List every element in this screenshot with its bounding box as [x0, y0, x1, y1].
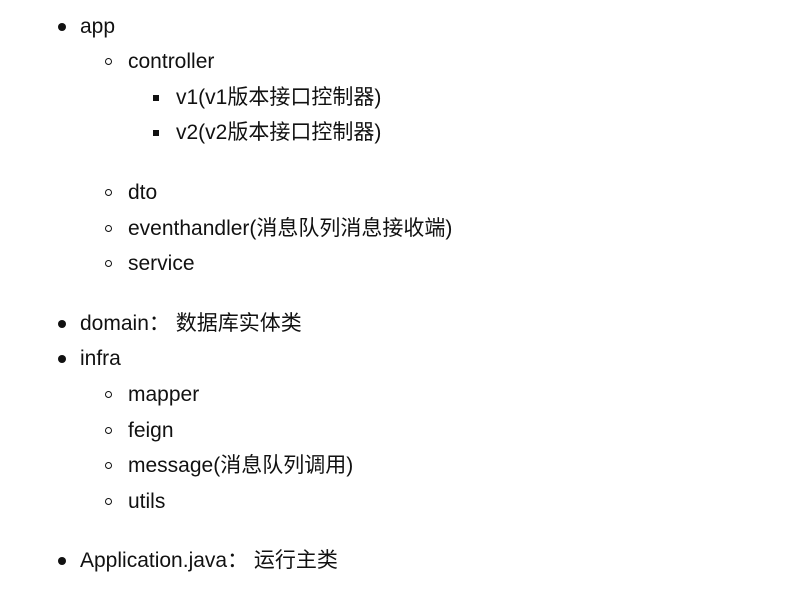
circle-bullet-icon	[105, 259, 112, 267]
item-label: utils	[128, 490, 166, 513]
item-label: domain： 数据库实体类	[80, 312, 302, 335]
item-label: Application.java： 运行主类	[80, 549, 338, 572]
item-label: app	[80, 15, 116, 38]
page: { "tree": { "app": "app", "controller": …	[0, 0, 794, 603]
item-label: feign	[128, 419, 174, 442]
circle-bullet-icon	[105, 57, 112, 65]
item-label: eventhandler(消息队列消息接收端)	[128, 217, 453, 240]
item-label: v1(v1版本接口控制器)	[176, 86, 382, 109]
circle-bullet-icon	[105, 224, 112, 232]
circle-bullet-icon	[105, 426, 112, 434]
disc-bullet-icon	[58, 557, 66, 565]
disc-bullet-icon	[58, 23, 66, 31]
circle-bullet-icon	[105, 390, 112, 398]
item-label: message(消息队列调用)	[128, 454, 354, 477]
square-bullet-icon	[153, 130, 159, 136]
square-bullet-icon	[153, 95, 159, 101]
circle-bullet-icon	[105, 188, 112, 196]
item-label: infra	[80, 347, 121, 370]
item-label: service	[128, 252, 195, 275]
item-label: controller	[128, 50, 215, 73]
item-label: v2(v2版本接口控制器)	[176, 121, 382, 144]
disc-bullet-icon	[58, 355, 66, 363]
item-label: dto	[128, 181, 158, 204]
circle-bullet-icon	[105, 497, 112, 505]
circle-bullet-icon	[105, 461, 112, 469]
item-label: mapper	[128, 383, 200, 406]
disc-bullet-icon	[58, 320, 66, 328]
